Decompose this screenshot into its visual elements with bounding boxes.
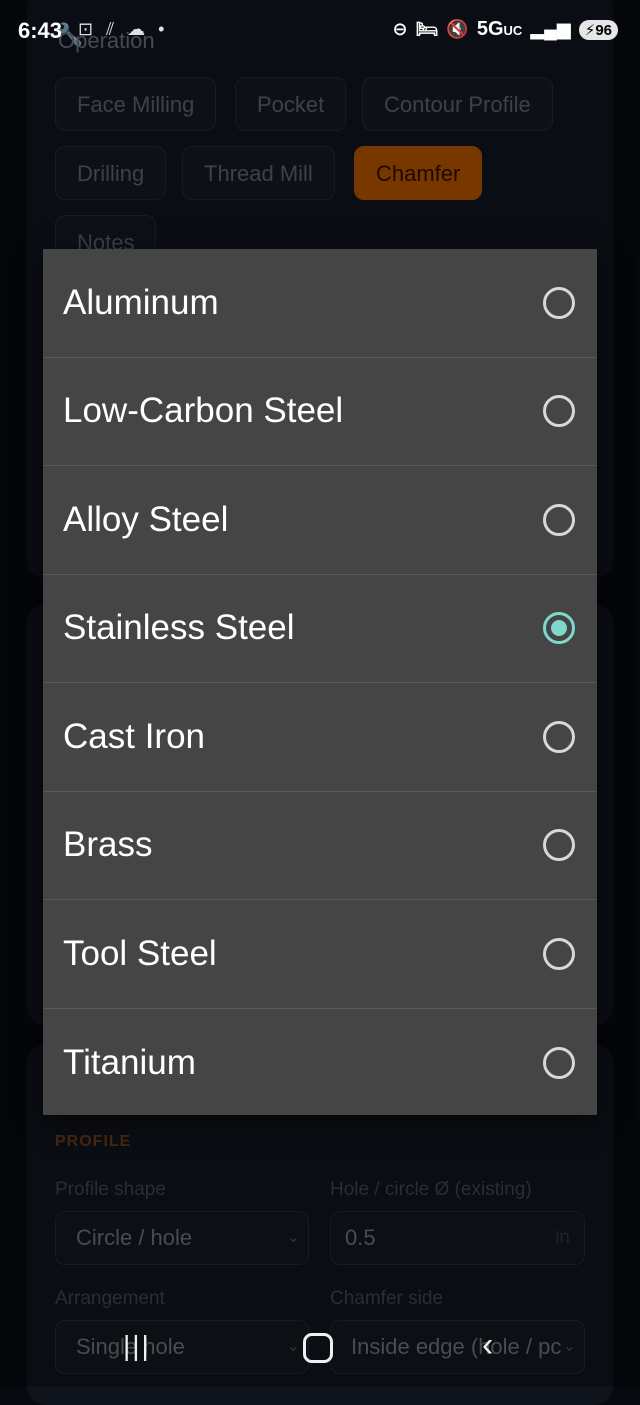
radio-unchecked-icon[interactable] [543, 720, 575, 753]
option-label: Alloy Steel [63, 499, 229, 539]
radio-unchecked-icon[interactable] [543, 937, 575, 970]
network-label: 5GUC [476, 18, 523, 40]
material-option-brass[interactable]: Brass [43, 792, 597, 900]
mute-icon: 🔇 [446, 19, 469, 39]
option-label: Aluminum [63, 282, 219, 322]
option-label: Titanium [63, 1042, 196, 1082]
option-label: Tool Steel [63, 933, 217, 973]
material-option-stainless-steel[interactable]: Stainless Steel [43, 575, 597, 683]
back-icon[interactable]: ‹ [482, 1326, 493, 1365]
material-dialog: Aluminum Low-Carbon Steel Alloy Steel St… [43, 249, 597, 1115]
material-option-cast-iron[interactable]: Cast Iron [43, 683, 597, 792]
battery-icon: ⚡96 [578, 19, 618, 40]
material-option-alloy-steel[interactable]: Alloy Steel [43, 466, 597, 575]
recents-icon[interactable]: ||| [123, 1330, 151, 1362]
status-right: ⊖ 🛏 🔇 5GUC ▂▄▆ ⚡96 [392, 18, 618, 41]
radio-unchecked-icon[interactable] [543, 829, 575, 862]
home-icon[interactable] [303, 1333, 333, 1363]
sleep-icon: 🛏 [415, 19, 439, 39]
option-label: Cast Iron [63, 716, 205, 756]
radio-unchecked-icon[interactable] [543, 1046, 575, 1079]
material-option-aluminum[interactable]: Aluminum [43, 249, 597, 358]
radio-unchecked-icon[interactable] [543, 395, 575, 428]
radio-unchecked-icon[interactable] [543, 286, 575, 319]
option-label: Stainless Steel [63, 608, 295, 648]
material-option-tool-steel[interactable]: Tool Steel [43, 900, 597, 1009]
material-option-low-carbon-steel[interactable]: Low-Carbon Steel [43, 358, 597, 466]
option-label: Low-Carbon Steel [63, 391, 344, 431]
status-bar: 6:43 ⊡ ⫽ ☁ • ⊖ 🛏 🔇 5GUC ▂▄▆ ⚡96 [0, 0, 640, 62]
radio-checked-icon[interactable] [543, 612, 575, 645]
option-label: Brass [63, 825, 153, 865]
notification-icons: ⊡ ⫽ ☁ • [78, 19, 169, 39]
dnd-icon: ⊖ [392, 19, 408, 39]
signal-icon: ▂▄▆ [530, 19, 571, 39]
material-option-titanium[interactable]: Titanium [43, 1009, 597, 1118]
status-time: 6:43 [18, 18, 63, 43]
radio-unchecked-icon[interactable] [543, 503, 575, 536]
